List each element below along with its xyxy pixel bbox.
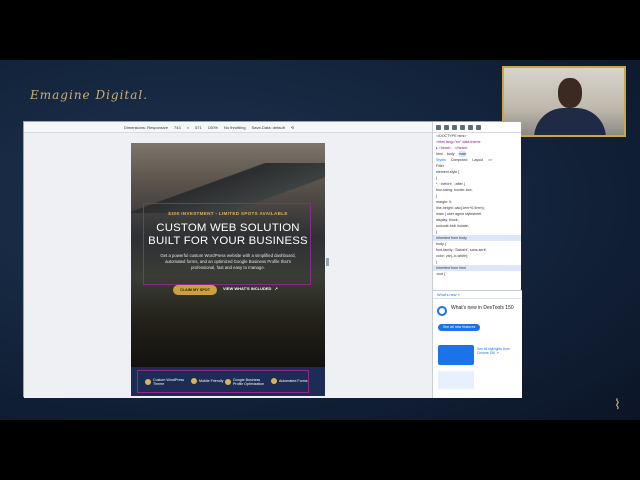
hero-subtext: Get a powerful custom WordPress website … [160,253,296,270]
video-stage: Emagine Digital. ⌇ Dimensions: Responsiv… [0,60,640,420]
width-input[interactable]: 743 [174,125,181,130]
whats-new-tab[interactable]: What's new × [433,291,522,299]
feature-item: Custom WordPress Theme [145,378,184,387]
claim-spot-button[interactable]: CLAIM MY SPOT [173,285,217,295]
elements-icon[interactable] [452,124,457,130]
feature-label: Mobile Friendly [199,378,224,383]
save-data-select[interactable]: Save-Data: default [252,125,285,130]
device-toolbar: Dimensions: Responsive 743 × 571 100% No… [24,122,432,133]
feature-label: Custom WordPress [153,378,185,382]
devtools-toolbar [433,122,521,133]
form-icon [271,378,277,384]
features-strip: Custom WordPress Theme Mobile Friendly Go… [131,367,325,396]
headline-line-1: CUSTOM WEB SOLUTION [156,222,300,234]
throttle-select[interactable]: No throttling [224,125,246,130]
highlights-link[interactable]: See all highlights from Chrome 150 ↗ [477,347,517,356]
settings-icon[interactable] [476,124,481,130]
height-input[interactable]: 571 [195,125,202,130]
hero-kicker: $300 INVESTMENT - LIMITED SPOTS AVAILABL… [168,211,288,216]
feature-label: Profile Optimization [233,382,265,387]
see-features-button[interactable]: See all new features [438,324,480,331]
view-included-link[interactable]: VIEW WHAT'S INCLUDED ↗ [223,286,278,291]
dimensions-select[interactable]: Dimensions: Responsive [124,125,168,130]
feature-label: Automated Forms [279,378,308,383]
feature-label: Google Business [233,378,261,382]
times-icon: × [186,124,190,130]
zoom-select[interactable]: 100% [208,125,218,130]
feature-item: Mobile Friendly [191,378,223,384]
sources-icon[interactable] [468,124,473,130]
arrow-icon: ↗ [274,286,278,291]
headline-line-2: BUILT FOR YOUR BUSINESS [148,235,308,247]
whats-new-drawer: What's new × What's new in DevTools 150 … [433,290,522,398]
device-viewport: $300 INVESTMENT - LIMITED SPOTS AVAILABL… [24,133,432,398]
feature-item: Automated Forms [271,378,308,384]
tab-more[interactable]: >> [488,157,492,163]
whats-new-card[interactable] [438,371,474,389]
tab-layout[interactable]: Layout [472,157,483,163]
wordpress-icon [145,379,151,386]
devtools-panel: <!DOCTYPE html> <html lang="en" data-the… [432,122,522,398]
rotate-icon[interactable]: ⟲ [291,125,294,130]
css-line[interactable]: :root { [433,271,521,277]
view-included-label: VIEW WHAT'S INCLUDED [223,286,272,291]
google-icon [225,379,231,386]
device-icon[interactable] [444,124,449,130]
feature-item: Google Business Profile Optimization [225,378,264,387]
presenter-body [534,108,606,135]
console-icon[interactable] [460,124,465,130]
landing-page: $300 INVESTMENT - LIMITED SPOTS AVAILABL… [131,143,325,396]
tab-computed[interactable]: Computed [451,157,468,163]
mobile-icon [191,378,197,384]
corner-logo-icon: ⌇ [614,396,621,412]
brand-logo: Emagine Digital. [30,88,149,102]
feature-label: Theme [153,382,165,387]
presenter-head [558,78,582,108]
whats-new-title: What's new in DevTools 150 [451,305,514,311]
hero-headline: CUSTOM WEB SOLUTION BUILT FOR YOUR BUSIN… [131,222,325,248]
chrome-devtools-icon [437,306,447,316]
browser-window: Dimensions: Responsive 743 × 571 100% No… [23,121,522,398]
whats-new-video-card[interactable] [438,345,474,365]
resize-handle[interactable] [326,258,329,266]
inspect-icon[interactable] [436,124,441,130]
